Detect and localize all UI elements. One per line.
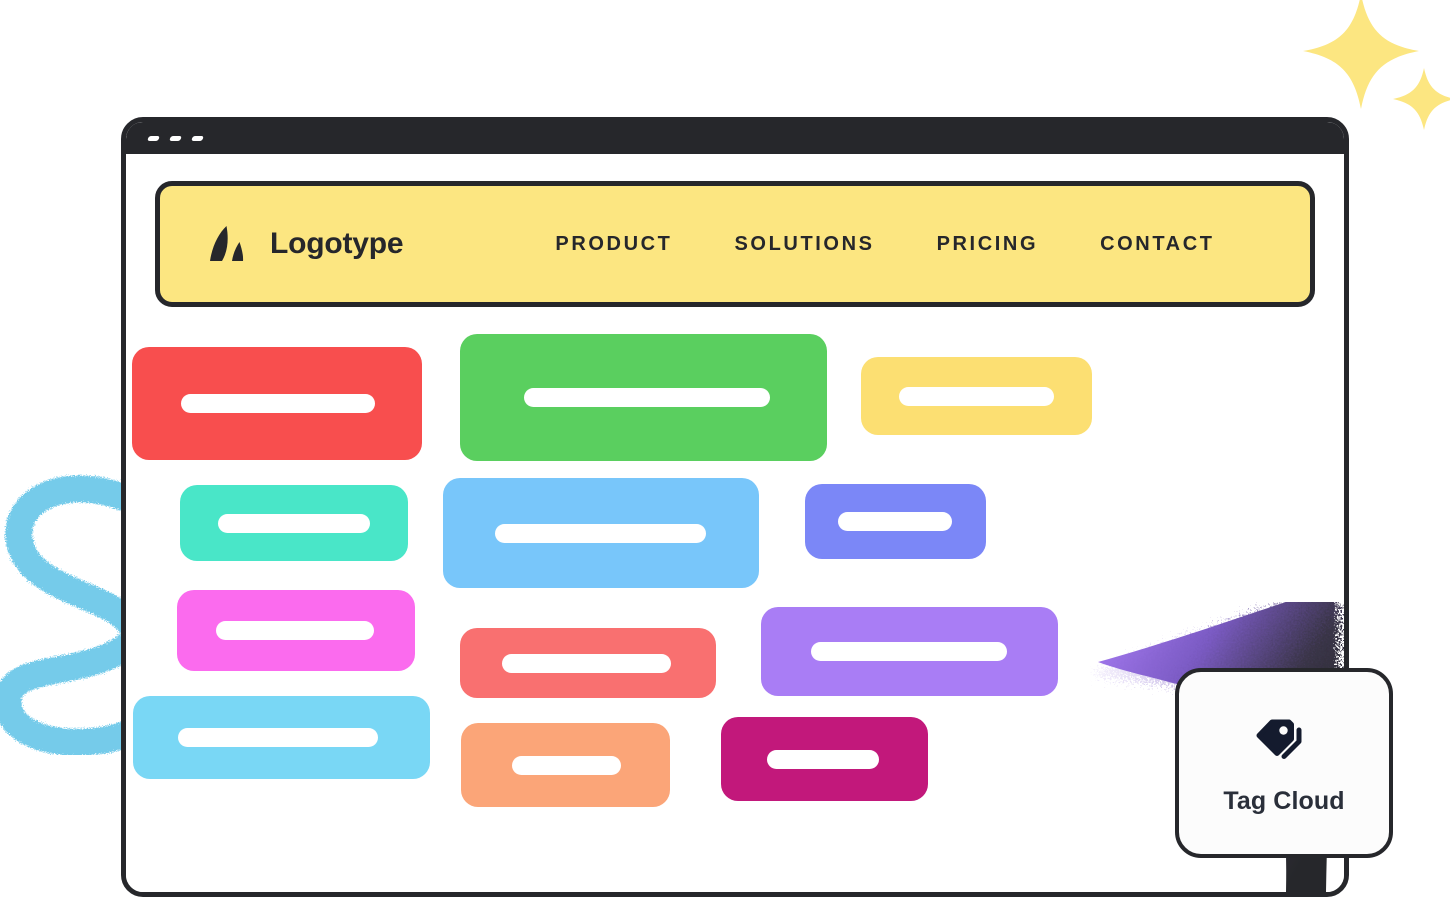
tag-cloud-canvas [126,334,1344,889]
navbar-links: PRODUCT SOLUTIONS PRICING CONTACT [555,233,1214,256]
titlebar-dot-1 [146,135,161,141]
tag-label-placeholder [178,728,378,747]
badge-label: Tag Cloud [1223,787,1345,815]
tag-salmon[interactable] [460,628,716,698]
site-navbar: Logotype PRODUCT SOLUTIONS PRICING CONTA… [155,181,1315,307]
tag-green[interactable] [460,334,827,461]
tag-label-placeholder [899,386,1054,406]
browser-window: Logotype PRODUCT SOLUTIONS PRICING CONTA… [121,117,1349,897]
tag-label-placeholder [181,394,375,413]
tag-label-placeholder [495,523,706,543]
tag-label-placeholder [502,653,671,673]
tag-label-placeholder [216,621,374,640]
sparkle-small-icon [1393,68,1450,130]
tag-lightblue[interactable] [133,696,430,779]
tag-label-placeholder [838,512,952,531]
tag-yellow[interactable] [861,357,1092,435]
tag-label-placeholder [811,642,1007,661]
tag-periwinkle[interactable] [805,484,986,559]
tag-skyblue[interactable] [443,478,759,588]
browser-titlebar [126,122,1344,154]
tag-label-placeholder [512,755,621,775]
nav-link-contact[interactable]: CONTACT [1100,233,1214,256]
nav-link-product[interactable]: PRODUCT [555,233,672,256]
brand-logo[interactable]: Logotype [208,223,404,266]
tag-turquoise[interactable] [180,485,408,561]
tag-red[interactable] [132,347,422,460]
titlebar-dot-2 [168,135,183,141]
tag-cloud-icon [1256,719,1302,759]
tag-crimson[interactable] [721,717,928,801]
page-root: Logotype PRODUCT SOLUTIONS PRICING CONTA… [0,0,1450,910]
tag-label-placeholder [524,388,770,407]
titlebar-dot-3 [190,135,205,141]
nav-link-solutions[interactable]: SOLUTIONS [734,233,874,256]
tag-label-placeholder [218,513,370,533]
tag-orange[interactable] [461,723,670,807]
tag-label-placeholder [767,749,879,769]
tag-cloud-badge[interactable]: Tag Cloud [1175,668,1393,858]
sparkle-large-icon [1303,0,1419,109]
nav-link-pricing[interactable]: PRICING [937,233,1039,256]
browser-content: Logotype PRODUCT SOLUTIONS PRICING CONTA… [126,154,1344,892]
logotype-mark-icon [210,225,244,261]
tag-magenta-lt[interactable] [177,590,415,671]
tag-purple[interactable] [761,607,1058,696]
brand-name: Logotype [270,227,404,260]
blue-swirl-decoration [0,465,147,756]
